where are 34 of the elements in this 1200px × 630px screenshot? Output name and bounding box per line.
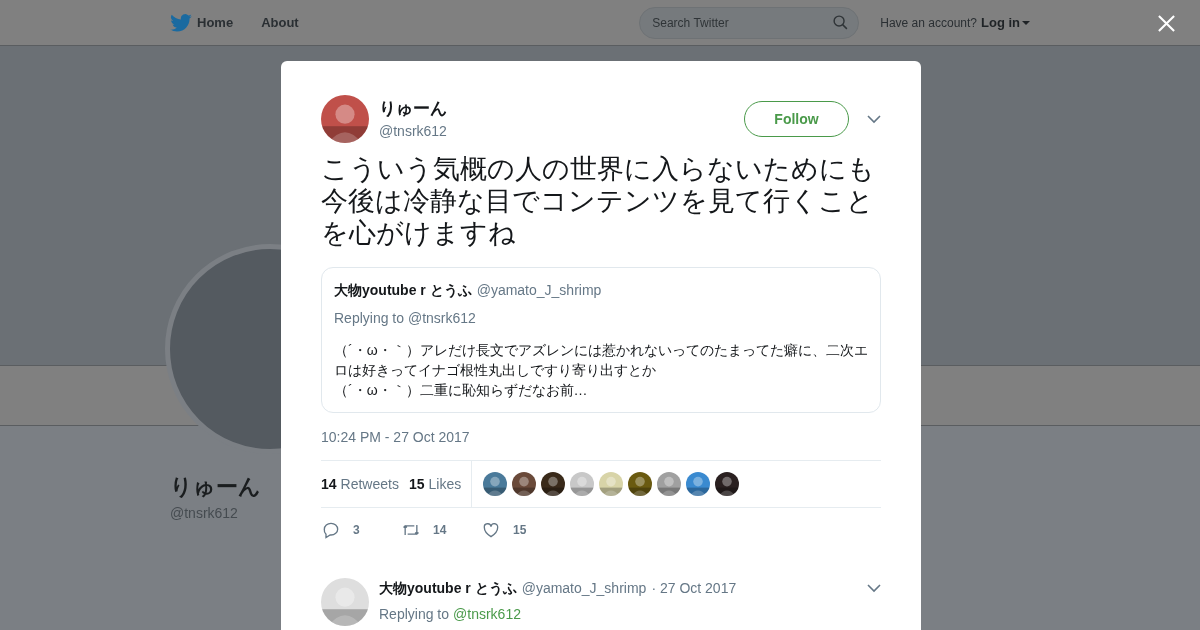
profile-name: りゅーん (170, 473, 261, 501)
account-prompt: Have an account? (880, 14, 977, 32)
quoted-text: （´・ω・｀）二重に恥知らずだなお前… (334, 381, 589, 400)
action-button[interactable]: 3 (321, 520, 401, 540)
action-button[interactable]: 14 (401, 520, 481, 540)
action-button[interactable]: 15 (481, 520, 561, 540)
search-icon (832, 13, 850, 31)
quoted-text: （´・ω・｀）アレだけ長文でアズレンには惹かれないってのたまってた癖に、二次エロは好きってイナゴ根性丸出しですり寄り出すとか (334, 341, 868, 380)
chevron-down-icon[interactable] (867, 114, 881, 124)
stat-label: Retweets (340, 474, 399, 494)
mention-link[interactable]: @tnsrk612 (453, 604, 521, 625)
speech-bubble-icon (321, 520, 341, 540)
search-field[interactable]: Search Twitter (639, 6, 860, 39)
author-name[interactable]: りゅーん (379, 95, 744, 122)
close-icon[interactable] (1157, 14, 1176, 33)
reply-date[interactable]: · 27 Oct 2017 (651, 578, 737, 599)
nav-link[interactable]: About (261, 12, 299, 33)
quoted-author-name: 大物youtube r とうふ (334, 281, 472, 300)
stat-count: 14 (321, 474, 337, 494)
reply-author-handle[interactable]: @yamato_J_shrimp (521, 578, 647, 599)
stat-count: 15 (408, 474, 425, 494)
quoted-author-handle: @yamato_J_shrimp (476, 281, 602, 300)
replying-to-label: Replying to (379, 605, 450, 624)
login-link[interactable]: Log in (981, 12, 1030, 33)
nav-link[interactable]: Home (197, 12, 234, 33)
tweet-text: こういう気概の人の世界に入らないためにも今後は冷静な目でコンテンツを見て行くことを心がけますね (321, 153, 876, 249)
chevron-down-icon[interactable] (867, 583, 881, 593)
stat-label: Likes (428, 474, 462, 494)
reply-author-name[interactable]: 大物youtube r とうふ (379, 578, 517, 599)
heart-icon (481, 520, 501, 540)
quoted-replying-to: Replying to @tnsrk612 (334, 309, 477, 328)
author-handle[interactable]: @tnsrk612 (379, 121, 744, 143)
tweet-timestamp[interactable]: 10:24 PM - 27 Oct 2017 (321, 427, 881, 448)
quoted-tweet-card[interactable]: 大物youtube r とうふ @yamato_J_shrimp Replying to @tnsrk612 （´・ω・｀）アレだけ長文でアズレンには惹かれないってのたまってた癖に、二次エロは好きってイナゴ根性丸出しですり寄り出すとか （´・ω・｀）二重に恥知らずだなお前… (321, 267, 881, 413)
